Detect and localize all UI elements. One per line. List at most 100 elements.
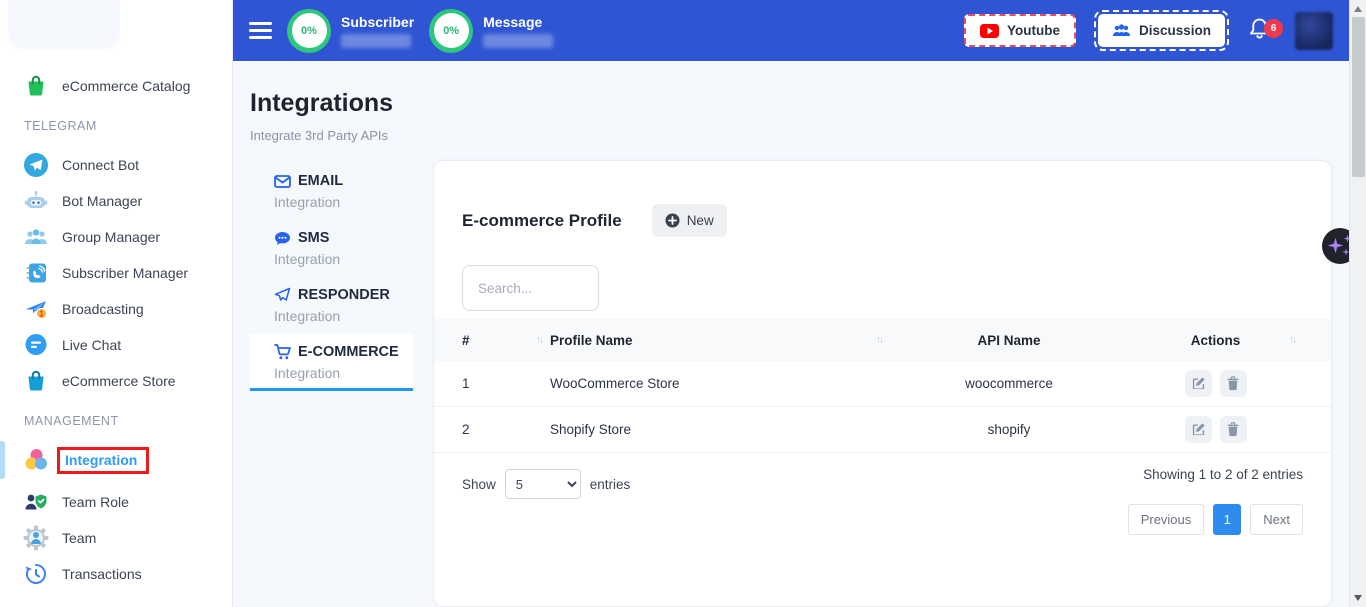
robot-icon <box>23 188 49 214</box>
sidebar-item-transactions[interactable]: Transactions <box>0 556 232 592</box>
sidebar-item-label: Connect Bot <box>62 157 139 173</box>
message-percent: 0% <box>434 13 469 48</box>
trash-icon <box>1226 376 1240 391</box>
hamburger-menu-icon[interactable] <box>249 18 272 43</box>
sidebar-item-live-chat[interactable]: Live Chat <box>0 327 232 363</box>
group-icon <box>23 224 49 250</box>
sidebar-item-team[interactable]: Team <box>0 520 232 556</box>
sidebar: eCommerce Catalog TELEGRAM Connect Bot B… <box>0 0 233 607</box>
subnav-item-email[interactable]: EMAIL Integration <box>250 163 413 220</box>
sort-icon[interactable]: ↑↓ <box>876 335 882 346</box>
subnav-item-sms[interactable]: SMS Integration <box>250 220 413 277</box>
message-progress-ring: 0% <box>429 9 473 53</box>
sidebar-item-label: Team <box>62 530 96 546</box>
sidebar-item-connect-bot[interactable]: Connect Bot <box>0 147 232 183</box>
sidebar-item-label: eCommerce Store <box>62 373 176 389</box>
subscriber-count-redacted <box>341 34 411 48</box>
cart-icon <box>274 344 291 360</box>
sidebar-section-telegram: TELEGRAM <box>0 119 232 133</box>
scrollbar-thumb[interactable] <box>1352 17 1365 177</box>
top-header-bar: 0% Subscriber 0% Message Youtube Discuss… <box>233 0 1349 61</box>
subscriber-label: Subscriber <box>341 14 414 30</box>
ecommerce-profile-card: E-commerce Profile New # ↑↓ Profile Name… <box>433 160 1332 607</box>
email-icon <box>274 175 291 188</box>
sidebar-item-integration[interactable]: Integration <box>0 442 232 478</box>
youtube-icon <box>980 24 999 38</box>
user-avatar[interactable] <box>1295 12 1333 50</box>
annotation-highlight-box: Integration <box>57 447 149 474</box>
sidebar-section-management: MANAGEMENT <box>0 414 232 428</box>
page-subtitle: Integrate 3rd Party APIs <box>250 128 388 143</box>
column-header-actions[interactable]: Actions ↑↓ <box>1128 319 1303 361</box>
sidebar-item-group-manager[interactable]: Group Manager <box>0 219 232 255</box>
message-count-redacted <box>483 34 553 48</box>
sms-bubble-icon <box>274 231 291 246</box>
edit-icon <box>1191 376 1206 391</box>
sidebar-item-subscriber-manager[interactable]: Subscriber Manager <box>0 255 232 291</box>
sidebar-item-team-role[interactable]: Team Role <box>0 484 232 520</box>
sidebar-item-label: Integration <box>65 452 137 468</box>
row-number: 2 <box>462 422 550 437</box>
sidebar-item-label: Group Manager <box>62 229 160 245</box>
notification-bell[interactable]: 6 <box>1247 16 1277 46</box>
edit-icon <box>1191 422 1206 437</box>
sort-icon[interactable]: ↑↓ <box>536 335 542 346</box>
search-input[interactable] <box>462 265 599 311</box>
table-row: 2 Shopify Store shopify <box>434 407 1331 453</box>
history-clock-icon <box>23 561 49 587</box>
table-row: 1 WooCommerce Store woocommerce <box>434 361 1331 407</box>
shopping-bag-blue-icon <box>23 368 49 394</box>
profile-name-cell: Shopify Store <box>550 422 890 437</box>
show-label: Show <box>462 477 496 492</box>
panel-title: E-commerce Profile <box>462 211 622 231</box>
scroll-down-arrow-icon[interactable] <box>1354 595 1362 601</box>
sidebar-item-ecommerce-catalog[interactable]: eCommerce Catalog <box>0 68 232 104</box>
sidebar-item-ecommerce-store[interactable]: eCommerce Store <box>0 363 232 399</box>
message-stat: 0% Message <box>429 9 553 53</box>
broadcast-badge: 1 <box>39 309 44 318</box>
role-shield-icon <box>23 489 49 515</box>
sidebar-item-broadcasting[interactable]: 1 Broadcasting <box>0 291 232 327</box>
entries-per-page-select[interactable]: 5 <box>505 469 581 499</box>
sort-icon[interactable]: ↑↓ <box>1289 335 1295 346</box>
vertical-scrollbar[interactable] <box>1349 0 1366 607</box>
next-page-button[interactable]: Next <box>1250 504 1303 535</box>
column-header-api-name[interactable]: API Name <box>890 319 1128 361</box>
users-icon <box>1112 23 1131 38</box>
subnav-item-ecommerce[interactable]: E-COMMERCE Integration <box>250 334 413 391</box>
column-header-num[interactable]: # ↑↓ <box>462 319 550 361</box>
profiles-table: # ↑↓ Profile Name ↑↓ API Name Actions ↑↓… <box>434 319 1331 453</box>
message-label: Message <box>483 14 553 30</box>
api-name-cell: woocommerce <box>890 376 1128 391</box>
previous-page-button[interactable]: Previous <box>1128 504 1205 535</box>
edit-button[interactable] <box>1185 416 1212 443</box>
pagination: Previous 1 Next <box>1128 504 1303 535</box>
column-header-profile-name[interactable]: Profile Name ↑↓ <box>550 319 890 361</box>
sidebar-item-bot-manager[interactable]: Bot Manager <box>0 183 232 219</box>
edit-button[interactable] <box>1185 370 1212 397</box>
trash-icon <box>1226 422 1240 437</box>
sidebar-item-label: Subscriber Manager <box>62 265 188 281</box>
scroll-up-arrow-icon[interactable] <box>1354 6 1362 12</box>
delete-button[interactable] <box>1220 370 1247 397</box>
sidebar-item-label: Broadcasting <box>62 301 144 317</box>
showing-entries-text: Showing 1 to 2 of 2 entries <box>1143 467 1303 482</box>
integration-subnav: EMAIL Integration SMS Integration RESPON… <box>250 163 413 391</box>
sidebar-item-label: Transactions <box>62 566 142 582</box>
team-gear-icon <box>23 525 49 551</box>
page-number-button[interactable]: 1 <box>1213 504 1241 535</box>
subnav-item-responder[interactable]: RESPONDER Integration <box>250 277 413 334</box>
row-number: 1 <box>462 376 550 391</box>
broadcast-plane-icon: 1 <box>23 296 49 322</box>
youtube-button[interactable]: Youtube <box>964 14 1076 47</box>
shopping-bag-green-icon <box>23 73 49 99</box>
new-profile-button[interactable]: New <box>652 204 727 237</box>
chat-bubble-icon <box>23 332 49 358</box>
delete-button[interactable] <box>1220 416 1247 443</box>
subscriber-percent: 0% <box>292 13 327 48</box>
notification-count-badge: 6 <box>1264 19 1283 38</box>
subscriber-progress-ring: 0% <box>287 9 331 53</box>
discussion-button[interactable]: Discussion <box>1098 14 1225 47</box>
integration-circles-icon <box>23 447 49 473</box>
sidebar-item-label: Team Role <box>62 494 129 510</box>
